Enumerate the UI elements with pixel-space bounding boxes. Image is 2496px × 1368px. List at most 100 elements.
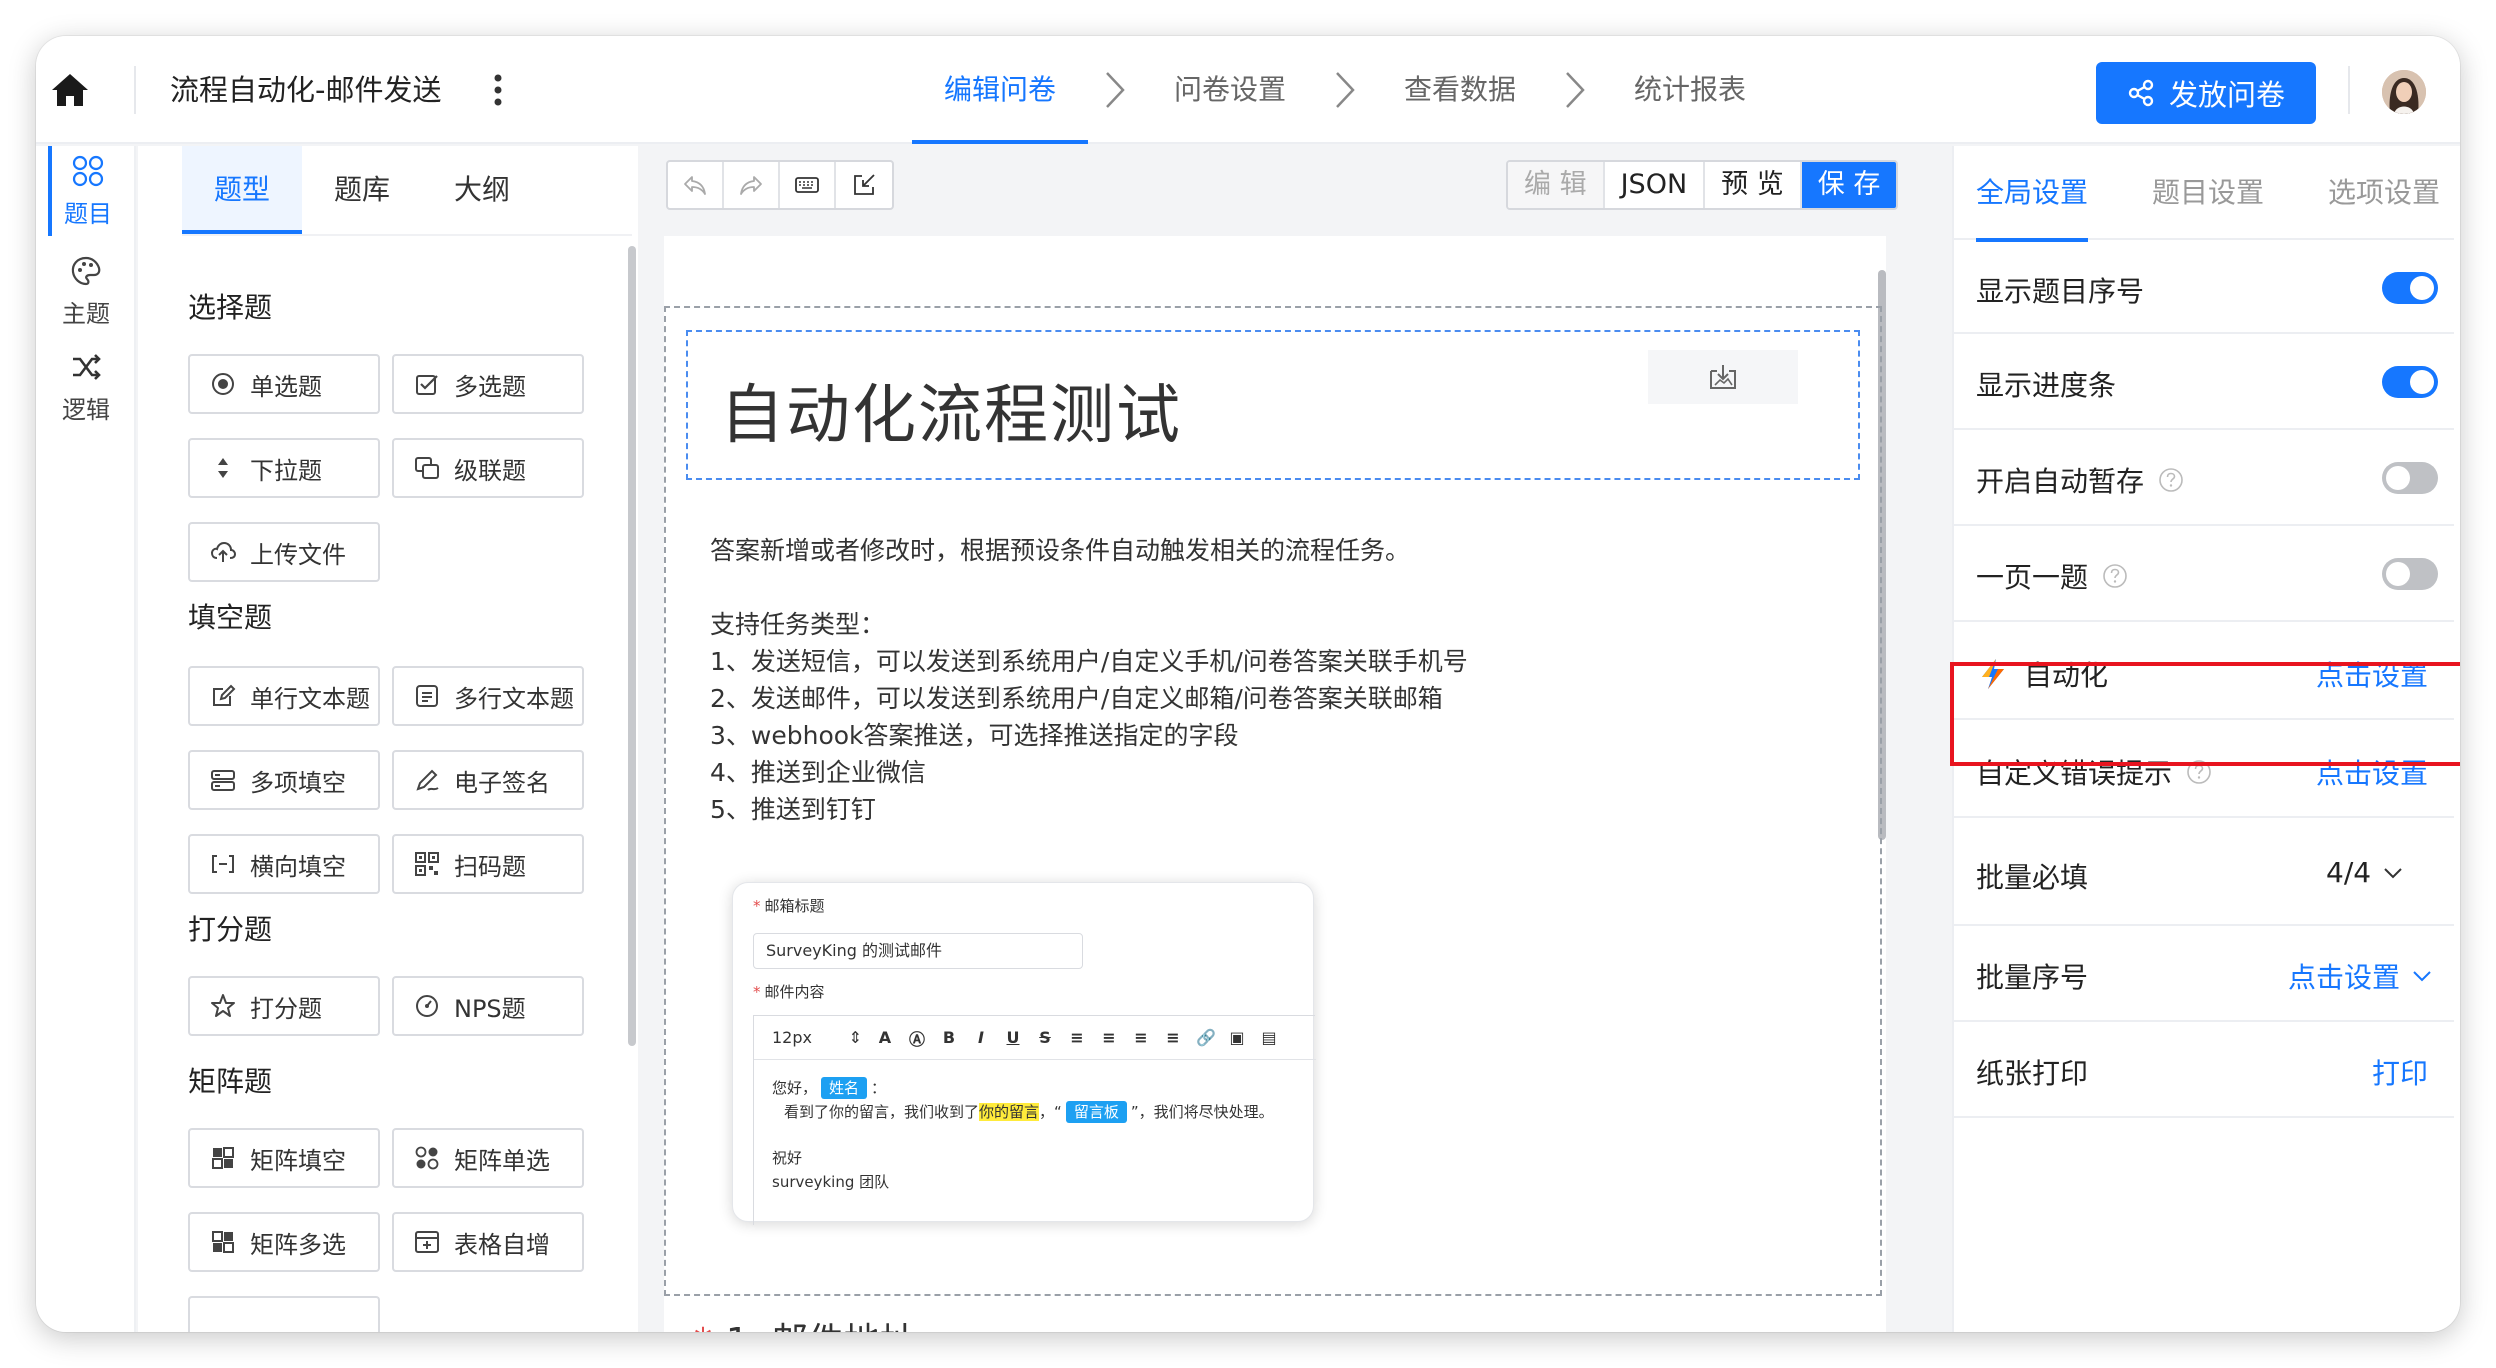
description-line: 4、推送到企业微信: [710, 758, 926, 787]
show-number-toggle[interactable]: [2382, 272, 2438, 304]
tab-question-settings[interactable]: 题目设置: [2152, 146, 2264, 240]
edit-mode-button[interactable]: 编 辑: [1508, 162, 1605, 208]
qtype-e-signature[interactable]: 电子签名: [392, 750, 584, 810]
tab-question-types[interactable]: 题型: [182, 146, 303, 234]
tab-question-bank[interactable]: 题库: [302, 146, 422, 234]
rail-item-logic[interactable]: 逻辑: [48, 342, 124, 432]
cascade-icon: [415, 457, 439, 479]
undo-button[interactable]: [668, 162, 724, 208]
link-icon: 🔗: [1196, 1028, 1216, 1047]
canvas-toolbar-left: [666, 160, 894, 210]
setting-row-auto-save: 开启自动暂存: [1954, 432, 2454, 526]
keyboard-button[interactable]: [780, 162, 836, 208]
title-image-button[interactable]: [1648, 350, 1798, 404]
rail-item-theme[interactable]: 主题: [48, 246, 124, 336]
qtype-partial-next[interactable]: [188, 1296, 380, 1332]
canvas-toolbar-right: 编 辑 JSON 预 览 保 存: [1506, 160, 1899, 210]
qtype-dropdown[interactable]: 下拉题: [188, 438, 380, 498]
description-line: 2、发送邮件，可以发送到系统用户/自定义邮箱/问卷答案关联邮箱: [710, 684, 1443, 713]
dropdown-arrows-icon: [218, 458, 228, 478]
grid-icon: [72, 155, 104, 186]
section-title-choice: 选择题: [188, 291, 273, 324]
json-button[interactable]: JSON: [1605, 162, 1706, 208]
qtype-single-choice[interactable]: 单选题: [188, 354, 380, 414]
step-view-data[interactable]: 查看数据: [1372, 36, 1548, 144]
email-subject-field: SurveyKing 的测试邮件: [753, 933, 1083, 969]
redo-icon: [740, 176, 762, 195]
rail-label: 逻辑: [62, 395, 110, 424]
survey-title[interactable]: 自动化流程测试: [720, 364, 1182, 456]
auto-save-toggle[interactable]: [2382, 462, 2438, 494]
print-link[interactable]: 打印: [2372, 1052, 2428, 1092]
batch-number-select[interactable]: 点击设置: [2288, 956, 2434, 996]
qtype-inline-fill[interactable]: 横向填空: [188, 834, 380, 894]
qtype-matrix-fill[interactable]: 矩阵填空: [188, 1128, 380, 1188]
align-right-icon: ≡: [1134, 1028, 1148, 1047]
rail-item-questions[interactable]: 题目: [48, 146, 124, 236]
qtype-cascade[interactable]: 级联题: [392, 438, 584, 498]
setting-row-show-number: 显示题目序号: [1954, 242, 2454, 334]
align-center-icon: ≡: [1102, 1028, 1116, 1047]
tab-global-settings[interactable]: 全局设置: [1976, 146, 2089, 242]
qtype-rating[interactable]: 打分题: [188, 976, 380, 1036]
email-rich-editor: 12px⇕ A Ⓐ B I U S ≡ ≡ ≡ ≡ 🔗 ▣ ▤ 您好，姓名：: [753, 1015, 1316, 1225]
image-icon: ▣: [1229, 1028, 1245, 1047]
app-window: 流程自动化-邮件发送 编辑问卷 问卷设置 查看数据 统计报表 发放问卷 题目 主…: [36, 36, 2460, 1332]
strikethrough-icon: S: [1039, 1028, 1051, 1047]
qtype-multi-choice[interactable]: 多选题: [392, 354, 584, 414]
star-icon: [211, 994, 235, 1017]
share-icon: [2128, 79, 2154, 107]
step-edit-survey[interactable]: 编辑问卷: [912, 36, 1089, 144]
checkbox-icon: [416, 375, 438, 395]
qtype-single-line-text[interactable]: 单行文本题: [188, 666, 380, 726]
qtype-matrix-single[interactable]: 矩阵单选: [392, 1128, 584, 1188]
setting-row-batch-number: 批量序号 点击设置: [1954, 928, 2454, 1022]
import-text-icon: [854, 174, 875, 195]
one-per-page-toggle[interactable]: [2382, 558, 2438, 590]
setting-label: 一页一题: [1976, 556, 2128, 596]
preview-button[interactable]: 预 览: [1705, 162, 1802, 208]
more-vertical-icon[interactable]: [492, 68, 504, 112]
import-button[interactable]: [836, 162, 892, 208]
palette-scrollbar[interactable]: [628, 246, 636, 1046]
font-color-icon: A: [878, 1028, 892, 1047]
home-icon[interactable]: [50, 72, 90, 108]
matrix-radio-icon: [415, 1146, 439, 1170]
show-progress-toggle[interactable]: [2382, 366, 2438, 398]
step-survey-settings[interactable]: 问卷设置: [1142, 36, 1318, 144]
save-button[interactable]: 保 存: [1801, 162, 1897, 208]
textarea-icon: [416, 685, 438, 707]
step-statistics-report[interactable]: 统计报表: [1602, 36, 1778, 144]
qtype-multi-fill[interactable]: 多项填空: [188, 750, 380, 810]
batch-required-select[interactable]: 4/4: [2326, 856, 2405, 889]
description-line: 支持任务类型：: [710, 610, 886, 639]
help-circle-icon[interactable]: [2102, 563, 2128, 589]
image-upload-icon: [1710, 365, 1736, 389]
user-avatar[interactable]: [2382, 70, 2426, 114]
section-title-score: 打分题: [188, 913, 273, 946]
tab-option-settings[interactable]: 选项设置: [2328, 146, 2440, 240]
tab-outline[interactable]: 大纲: [422, 146, 542, 234]
cloud-upload-icon: [210, 541, 236, 562]
qtype-nps[interactable]: NPS题: [392, 976, 584, 1036]
survey-title-block[interactable]: 自动化流程测试: [686, 330, 1860, 480]
qtype-multi-line-text[interactable]: 多行文本题: [392, 666, 584, 726]
question-1-title[interactable]: *1. 邮件地址: [694, 1312, 916, 1332]
chevron-down-icon: [2413, 971, 2431, 982]
help-circle-icon[interactable]: [2158, 467, 2184, 493]
qtype-upload-file[interactable]: 上传文件: [188, 522, 380, 582]
align-left-icon: ≡: [1070, 1028, 1084, 1047]
description-line: [710, 569, 1468, 606]
top-header: 流程自动化-邮件发送 编辑问卷 问卷设置 查看数据 统计报表 发放问卷: [36, 36, 2460, 144]
email-body: 您好， 姓名： 看到了你的留言，我们收到了你的留言，“ 留言板 ”，我们将尽快处理。 …: [772, 1077, 1274, 1191]
setting-row-batch-required: 批量必填 4/4: [1954, 820, 2454, 926]
rail-label: 主题: [62, 299, 110, 328]
publish-button[interactable]: 发放问卷: [2096, 62, 2316, 124]
setting-row-show-progress: 显示进度条: [1954, 336, 2454, 430]
description-line: 3、webhook答案推送，可选择推送指定的字段: [710, 721, 1239, 750]
redo-button[interactable]: [724, 162, 780, 208]
qtype-table-autoincrement[interactable]: 表格自增: [392, 1212, 584, 1272]
qtype-matrix-multi[interactable]: 矩阵多选: [188, 1212, 380, 1272]
qtype-scan-code[interactable]: 扫码题: [392, 834, 584, 894]
justify-icon: ≡: [1166, 1028, 1180, 1047]
